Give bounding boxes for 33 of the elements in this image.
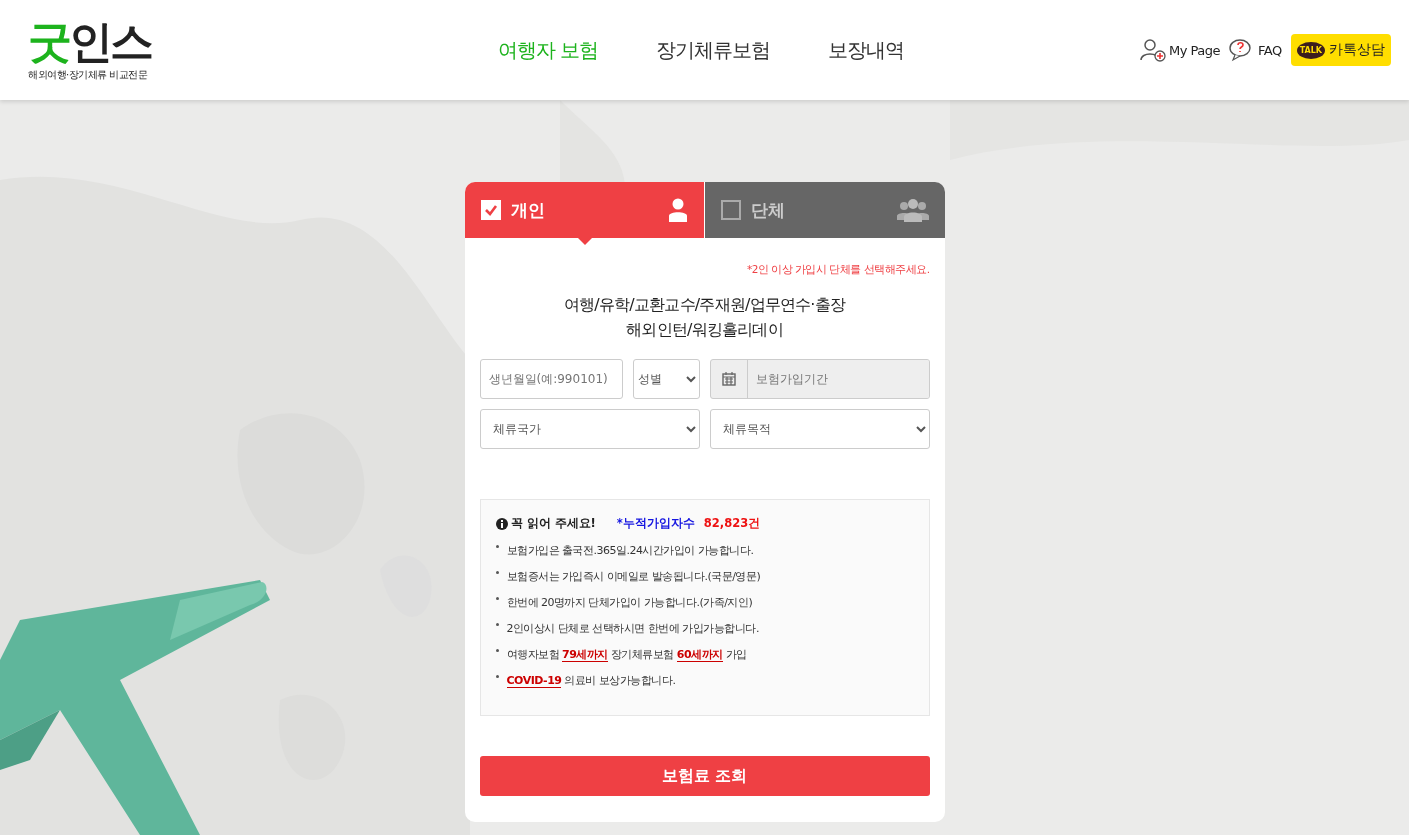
purpose-select[interactable]: 체류목적 xyxy=(709,409,930,449)
tab[interactable]: 단체 xyxy=(704,182,945,238)
period-field[interactable]: 보험가입기간 xyxy=(709,359,930,399)
quote-button[interactable]: 보험료 조회 xyxy=(479,756,930,796)
group-note: *2인 이상 가입시 단체를 선택해주세요. xyxy=(745,263,930,277)
country-select[interactable]: 체류국가 xyxy=(479,409,700,449)
kakao-chat-button[interactable]: TALK 카톡상담 xyxy=(1290,34,1391,66)
faq-link[interactable]: FAQ xyxy=(1258,42,1282,58)
checkbox[interactable] xyxy=(721,200,741,220)
headline: 여행/유학/교환교수/주재원/업무연수·출장 xyxy=(563,295,846,316)
member-count-label: *누적가입자수 xyxy=(616,516,695,531)
member-count: 82,823건 xyxy=(703,516,761,531)
people-icon xyxy=(896,198,929,222)
headline: 해외인턴/워킹홀리데이 xyxy=(626,320,783,341)
user-plus-icon xyxy=(1139,38,1166,62)
notice-title: 꼭 읽어 주세요! xyxy=(510,516,596,531)
nav-link[interactable]: 장기체류보험 xyxy=(656,36,771,64)
person-icon xyxy=(668,198,688,222)
notice-item: 2인이상시 단체로 선택하시면 한번에 가입가능합니다. xyxy=(506,620,759,636)
calendar-icon xyxy=(721,372,736,386)
birth-date-field[interactable]: 생년월일(예:990101) xyxy=(479,359,623,399)
notice-item: 보험증서는 가입즉시 이메일로 발송됩니다.(국문/영문) xyxy=(506,568,761,584)
nav-link[interactable]: 보장내역 xyxy=(828,36,905,64)
checkmark-icon xyxy=(483,204,498,216)
notice-item: COVID-19 의료비 보상가능합니다. xyxy=(506,672,676,688)
my-page-link[interactable]: My Page xyxy=(1168,42,1220,58)
logo[interactable]: 굿인스 xyxy=(28,18,358,66)
info-icon xyxy=(495,517,508,530)
notice-item: 보험가입은 출국전.365일.24시간가입이 가능합니다. xyxy=(506,542,754,558)
notice-item: 여행자보험 79세까지 장기체류보험 60세까지 가입 xyxy=(506,646,747,662)
gender-select[interactable]: 성별 xyxy=(632,359,700,399)
logo-tagline: 해외여행·장기체류 비교전문 xyxy=(28,68,149,82)
notice-item: 한번에 20명까지 단체가입이 가능합니다.(가족/지인) xyxy=(506,594,753,610)
